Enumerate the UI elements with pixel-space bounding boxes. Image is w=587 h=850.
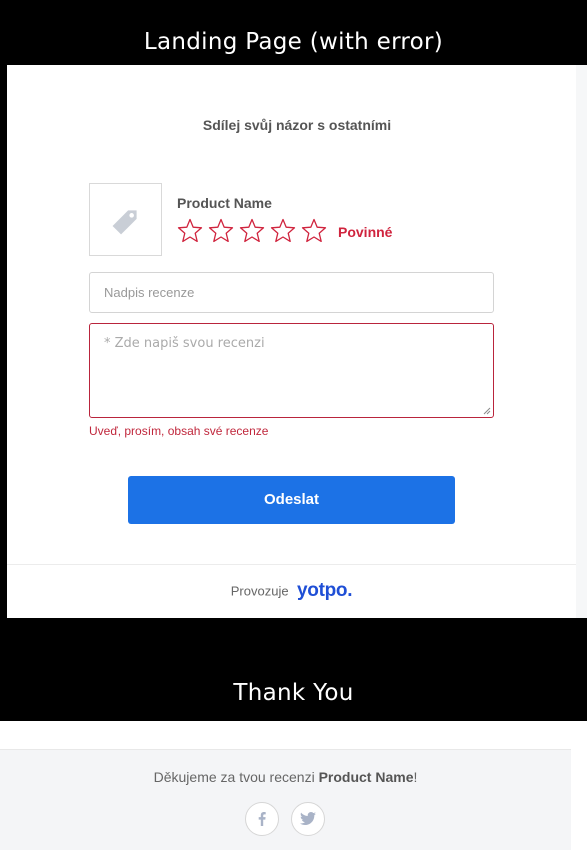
submit-button[interactable]: Odeslat [128,476,455,524]
landing-section-title: Landing Page (with error) [143,29,444,55]
review-form-card: Sdílej svůj názor s ostatními Product Na… [7,65,587,618]
thankyou-product-name: Product Name [318,769,414,785]
thankyou-section-title: Thank You [233,680,354,706]
star-icon-1[interactable] [177,218,203,244]
review-title-placeholder: Nadpis recenze [104,285,195,300]
review-error-message: Uveď, prosím, obsah své recenze [89,424,269,438]
review-content-placeholder: * Zde napiš svou recenzi [104,336,265,351]
powered-by: Provozuje yotpo. [7,580,576,602]
review-content-textarea[interactable]: * Zde napiš svou recenzi [89,323,494,418]
twitter-icon [300,812,316,825]
product-image [89,183,162,256]
star-icon-4[interactable] [270,218,296,244]
rating-required-label: Povinné [338,224,393,240]
star-icon-3[interactable] [239,218,265,244]
twitter-share-button[interactable] [291,802,325,836]
form-heading: Sdílej svůj názor s ostatními [202,117,392,133]
thankyou-prefix: Děkujeme za tvou recenzi [153,769,319,785]
facebook-share-button[interactable] [245,802,279,836]
product-name: Product Name [177,195,272,211]
thankyou-message: Děkujeme za tvou recenzi Product Name! [0,769,571,785]
star-icon-5[interactable] [301,218,327,244]
thankyou-suffix: ! [413,769,418,785]
tag-icon [112,210,137,235]
footer-divider [7,564,576,565]
powered-by-label: Provozuje [230,583,289,599]
review-title-input[interactable]: Nadpis recenze [89,272,494,313]
resize-handle-icon[interactable] [483,407,491,415]
star-icon-2[interactable] [208,218,234,244]
thankyou-panel: Děkujeme za tvou recenzi Product Name! [0,721,587,850]
yotpo-logo[interactable]: yotpo. [297,580,353,601]
facebook-icon [258,812,266,826]
